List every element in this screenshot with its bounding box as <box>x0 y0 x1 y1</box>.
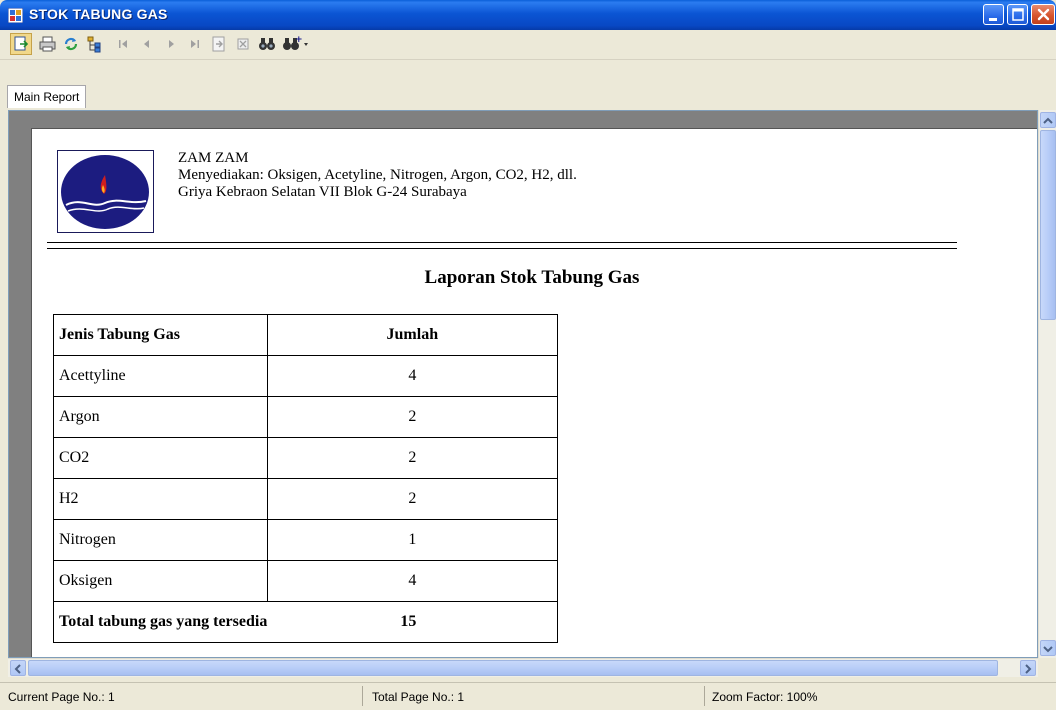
zoom-status: Zoom Factor: 100% <box>712 690 818 704</box>
maximize-icon <box>1012 8 1024 21</box>
stop-icon <box>237 38 249 50</box>
status-divider <box>704 686 705 706</box>
table-row: H2 2 <box>53 478 558 520</box>
report-viewer: ZAM ZAM Menyediakan: Oksigen, Acetyline,… <box>8 110 1038 658</box>
quantity-cell: 2 <box>266 396 558 438</box>
maximize-button[interactable] <box>1007 4 1028 25</box>
first-page-button[interactable] <box>112 33 134 55</box>
table-row: Argon 2 <box>53 396 558 438</box>
gas-type-cell: Argon <box>53 396 268 438</box>
total-label-text: Total tabung gas yang tersedia <box>59 613 268 630</box>
find-button[interactable] <box>256 33 278 55</box>
window-title: STOK TABUNG GAS <box>29 6 168 22</box>
quantity-cell: 4 <box>266 355 558 397</box>
close-button[interactable] <box>1031 4 1055 25</box>
last-page-button[interactable] <box>184 33 206 55</box>
company-address: Griya Kebraon Selatan VII Blok G-24 Sura… <box>178 184 467 200</box>
next-page-icon <box>169 40 174 48</box>
export-button[interactable] <box>10 33 32 55</box>
column-header-quantity: Jumlah <box>266 314 558 356</box>
company-logo <box>57 150 154 233</box>
tree-icon <box>87 36 101 53</box>
table-row: CO2 2 <box>53 437 558 479</box>
previous-page-icon <box>144 40 149 48</box>
next-page-button[interactable] <box>160 33 182 55</box>
scroll-right-button[interactable] <box>1020 660 1036 676</box>
refresh-icon <box>64 37 78 51</box>
total-label: Total tabung gas yang tersedia <box>53 601 268 643</box>
tab-strip: Main Report <box>0 60 1056 110</box>
printer-icon <box>39 36 56 52</box>
group-tree-button[interactable] <box>84 33 106 55</box>
close-icon <box>1037 8 1050 21</box>
svg-text:+: + <box>295 35 303 45</box>
toolbar: + <box>0 30 1056 60</box>
quantity-cell: 4 <box>266 560 558 602</box>
total-row: Total tabung gas yang tersedia 15 <box>53 601 558 643</box>
horizontal-scrollbar[interactable] <box>8 658 1038 677</box>
status-divider <box>362 686 363 706</box>
header-divider <box>47 248 957 249</box>
scroll-left-button[interactable] <box>10 660 26 676</box>
export-icon <box>14 36 29 51</box>
status-bar: Current Page No.: 1 Total Page No.: 1 Zo… <box>0 682 1056 710</box>
previous-page-button[interactable] <box>136 33 158 55</box>
goto-page-button[interactable] <box>208 33 230 55</box>
total-value: 15 <box>267 601 558 643</box>
app-icon[interactable] <box>7 7 24 24</box>
report-title: Laporan Stok Tabung Gas <box>424 267 640 288</box>
chevron-left-icon <box>14 664 21 674</box>
table-header-row: Jenis Tabung Gas Jumlah <box>53 314 558 356</box>
first-page-icon <box>119 40 127 48</box>
gas-type-cell: CO2 <box>53 437 268 479</box>
header-divider <box>47 242 957 243</box>
quantity-cell: 2 <box>266 478 558 520</box>
quantity-cell: 1 <box>266 519 558 561</box>
gas-type-cell: Acettyline <box>53 355 268 397</box>
title-bar[interactable]: STOK TABUNG GAS <box>0 0 1056 30</box>
report-page: ZAM ZAM Menyediakan: Oksigen, Acetyline,… <box>31 128 1037 657</box>
gas-type-cell: Oksigen <box>53 560 268 602</box>
vertical-scrollbar[interactable] <box>1038 110 1056 658</box>
scroll-up-button[interactable] <box>1040 112 1056 128</box>
table-row: Acettyline 4 <box>53 355 558 397</box>
tab-main-report[interactable]: Main Report <box>7 85 87 108</box>
minimize-icon <box>989 18 997 21</box>
chevron-up-icon <box>1043 117 1053 124</box>
table-row: Oksigen 4 <box>53 560 558 602</box>
refresh-button[interactable] <box>60 33 82 55</box>
print-button[interactable] <box>36 33 58 55</box>
company-name: ZAM ZAM <box>178 150 249 166</box>
company-products: Menyediakan: Oksigen, Acetyline, Nitroge… <box>178 167 577 183</box>
zoom-icon: + <box>283 35 308 50</box>
stock-table: Jenis Tabung Gas Jumlah Acettyline 4 Arg… <box>53 314 558 643</box>
stop-button[interactable] <box>232 33 254 55</box>
gas-type-cell: H2 <box>53 478 268 520</box>
goto-page-icon <box>212 36 225 52</box>
minimize-button[interactable] <box>983 4 1004 25</box>
last-page-icon <box>191 40 199 48</box>
chevron-right-icon <box>1025 664 1032 674</box>
vertical-scroll-thumb[interactable] <box>1040 130 1056 320</box>
scroll-down-button[interactable] <box>1040 640 1056 656</box>
zoom-button[interactable]: + <box>280 33 310 55</box>
table-row: Nitrogen 1 <box>53 519 558 561</box>
column-header-gas-type: Jenis Tabung Gas <box>53 314 268 356</box>
quantity-cell: 2 <box>266 437 558 479</box>
total-page-status: Total Page No.: 1 <box>372 690 465 704</box>
current-page-status: Current Page No.: 1 <box>8 690 115 704</box>
chevron-down-icon <box>1043 646 1053 653</box>
horizontal-scroll-thumb[interactable] <box>28 660 998 676</box>
binoculars-icon <box>259 38 275 50</box>
gas-type-cell: Nitrogen <box>53 519 268 561</box>
